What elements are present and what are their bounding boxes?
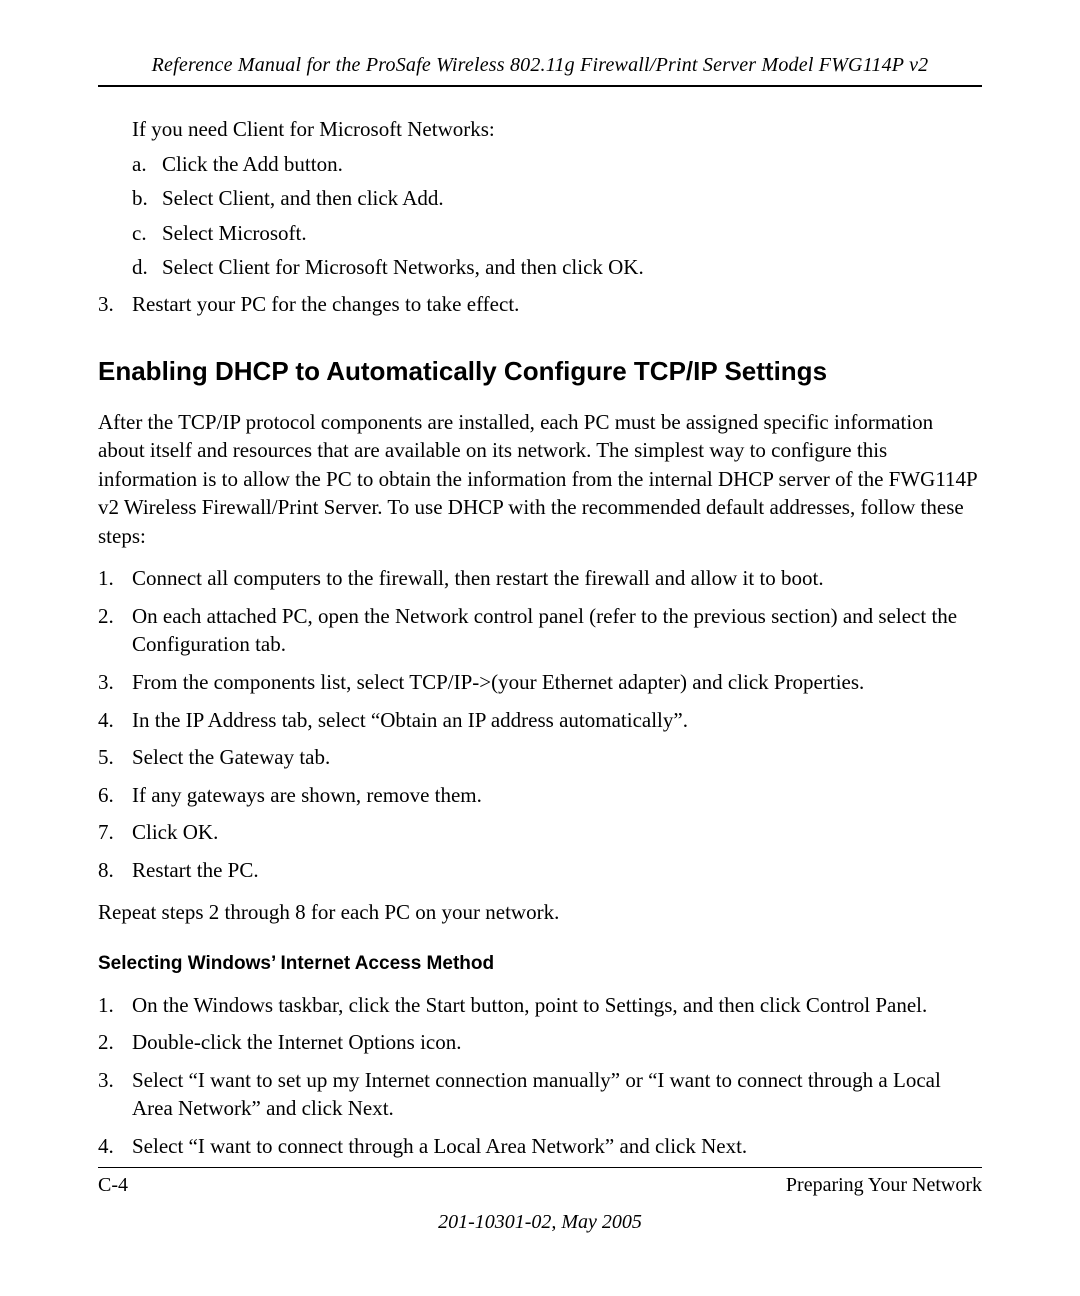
list-item: 2. On each attached PC, open the Network… bbox=[98, 602, 982, 659]
list-item: 8. Restart the PC. bbox=[98, 856, 982, 885]
body-content: If you need Client for Microsoft Network… bbox=[98, 115, 982, 1160]
list-text: From the components list, select TCP/IP-… bbox=[132, 668, 982, 697]
running-header: Reference Manual for the ProSafe Wireles… bbox=[98, 54, 982, 77]
list-item: 3. Select “I want to set up my Internet … bbox=[98, 1066, 982, 1123]
list-item: 7. Click OK. bbox=[98, 818, 982, 847]
list-text: On the Windows taskbar, click the Start … bbox=[132, 991, 982, 1020]
list-marker: 6. bbox=[98, 781, 132, 810]
list-marker: 7. bbox=[98, 818, 132, 847]
lettered-sublist: a. Click the Add button. b. Select Clien… bbox=[132, 150, 982, 282]
list-marker: 2. bbox=[98, 1028, 132, 1057]
list-text: Connect all computers to the firewall, t… bbox=[132, 564, 982, 593]
footer-row: C-4 Preparing Your Network bbox=[98, 1168, 982, 1197]
document-page: Reference Manual for the ProSafe Wireles… bbox=[0, 0, 1080, 1296]
section3-ordered-list: 1. On the Windows taskbar, click the Sta… bbox=[98, 991, 982, 1161]
list-text: If any gateways are shown, remove them. bbox=[132, 781, 982, 810]
list-item: c. Select Microsoft. bbox=[132, 219, 982, 248]
list-text: In the IP Address tab, select “Obtain an… bbox=[132, 706, 982, 735]
list-item: 4. In the IP Address tab, select “Obtain… bbox=[98, 706, 982, 735]
list-text: Restart the PC. bbox=[132, 856, 982, 885]
list-marker: c. bbox=[132, 219, 162, 248]
section-name: Preparing Your Network bbox=[786, 1174, 982, 1197]
subheading-windows-access: Selecting Windows’ Internet Access Metho… bbox=[98, 951, 982, 977]
list-marker: 8. bbox=[98, 856, 132, 885]
list-text: Select Client for Microsoft Networks, an… bbox=[162, 253, 982, 282]
list-text: On each attached PC, open the Network co… bbox=[132, 602, 982, 659]
list-item: 1. Connect all computers to the firewall… bbox=[98, 564, 982, 593]
list-marker: 2. bbox=[98, 602, 132, 659]
prev-list-continuation: If you need Client for Microsoft Network… bbox=[132, 115, 982, 282]
list-text: Select “I want to set up my Internet con… bbox=[132, 1066, 982, 1123]
list-marker: 3. bbox=[98, 668, 132, 697]
header-rule bbox=[98, 85, 982, 87]
list-text: Select the Gateway tab. bbox=[132, 743, 982, 772]
page-footer: C-4 Preparing Your Network 201-10301-02,… bbox=[98, 1167, 982, 1234]
list-marker: 3. bbox=[98, 290, 132, 319]
list-item: b. Select Client, and then click Add. bbox=[132, 184, 982, 213]
page-number: C-4 bbox=[98, 1174, 128, 1197]
list-marker: 1. bbox=[98, 991, 132, 1020]
list-item: 6. If any gateways are shown, remove the… bbox=[98, 781, 982, 810]
list-text: Restart your PC for the changes to take … bbox=[132, 290, 982, 319]
list-text: Click OK. bbox=[132, 818, 982, 847]
list-item: a. Click the Add button. bbox=[132, 150, 982, 179]
list-item: 4. Select “I want to connect through a L… bbox=[98, 1132, 982, 1161]
list-item: 3. From the components list, select TCP/… bbox=[98, 668, 982, 697]
section2-closing: Repeat steps 2 through 8 for each PC on … bbox=[98, 898, 982, 927]
list-text: Double-click the Internet Options icon. bbox=[132, 1028, 982, 1057]
section2-ordered-list: 1. Connect all computers to the firewall… bbox=[98, 564, 982, 884]
list-text: Select Client, and then click Add. bbox=[162, 184, 982, 213]
list-item: 3. Restart your PC for the changes to ta… bbox=[98, 290, 982, 319]
section2-paragraph: After the TCP/IP protocol components are… bbox=[98, 408, 982, 551]
list-item: 5. Select the Gateway tab. bbox=[98, 743, 982, 772]
list-marker: 1. bbox=[98, 564, 132, 593]
list-item: d. Select Client for Microsoft Networks,… bbox=[132, 253, 982, 282]
list-item: 1. On the Windows taskbar, click the Sta… bbox=[98, 991, 982, 1020]
list-marker: d. bbox=[132, 253, 162, 282]
list-marker: b. bbox=[132, 184, 162, 213]
list-text: Select Microsoft. bbox=[162, 219, 982, 248]
list-text: Select “I want to connect through a Loca… bbox=[132, 1132, 982, 1161]
list-marker: 3. bbox=[98, 1066, 132, 1123]
intro-line: If you need Client for Microsoft Network… bbox=[132, 115, 982, 144]
list-text: Click the Add button. bbox=[162, 150, 982, 179]
list-item: 2. Double-click the Internet Options ico… bbox=[98, 1028, 982, 1057]
section-heading-dhcp: Enabling DHCP to Automatically Configure… bbox=[98, 354, 982, 389]
list-marker: a. bbox=[132, 150, 162, 179]
list-marker: 4. bbox=[98, 1132, 132, 1161]
doc-id: 201-10301-02, May 2005 bbox=[98, 1211, 982, 1234]
list-marker: 5. bbox=[98, 743, 132, 772]
list-marker: 4. bbox=[98, 706, 132, 735]
